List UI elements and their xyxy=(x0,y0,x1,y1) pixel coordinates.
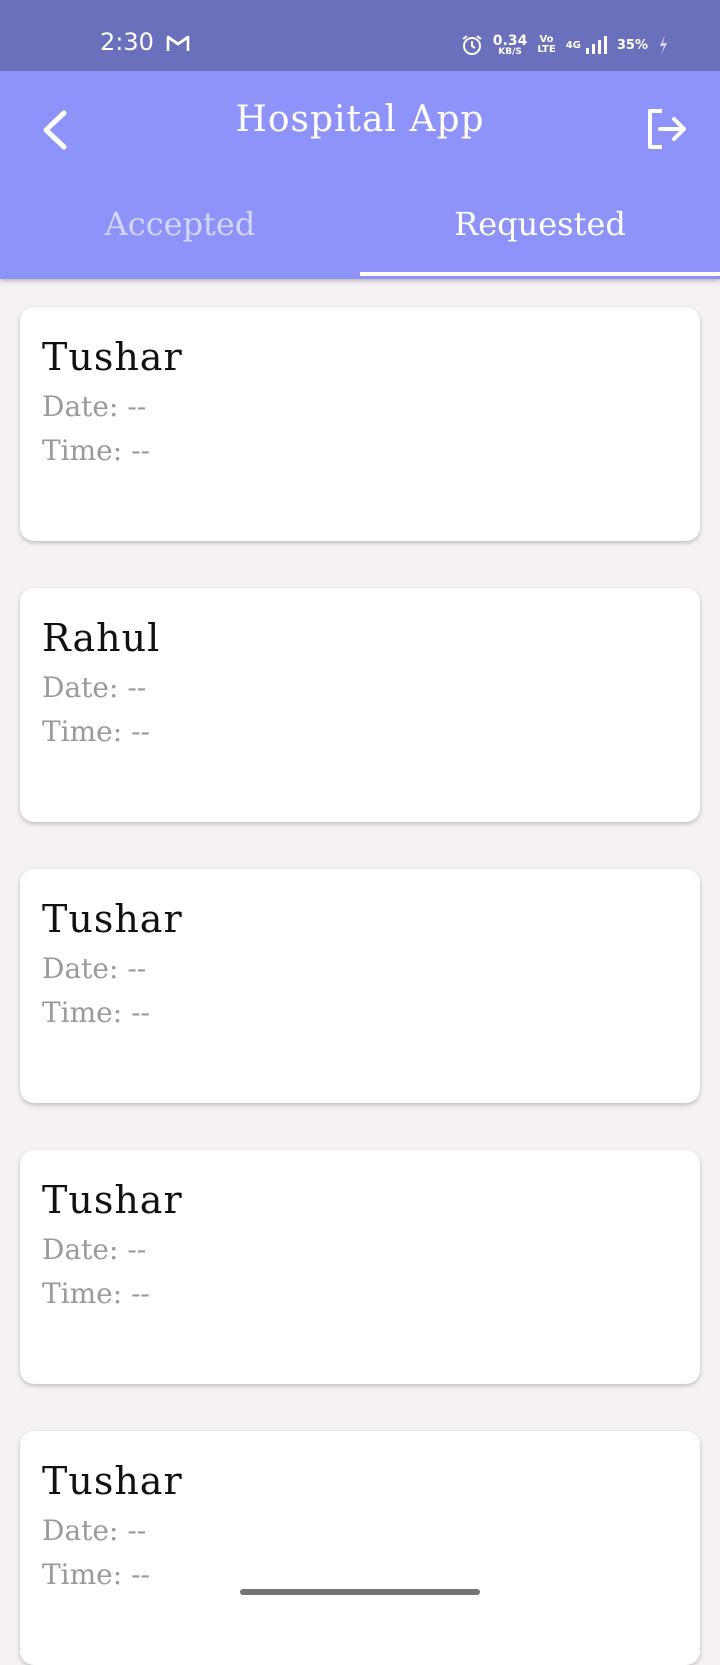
gmail-icon xyxy=(166,35,190,51)
network-speed-value: 0.34 xyxy=(492,32,528,49)
alarm-icon xyxy=(462,35,482,55)
page-title: Hospital App xyxy=(235,99,485,140)
network-type: 4G xyxy=(565,39,581,51)
patient-name: Tushar xyxy=(42,1459,183,1503)
date-value: -- xyxy=(127,390,147,423)
time-label: Time: xyxy=(42,996,123,1029)
time-label: Time: xyxy=(42,1277,123,1310)
volte-indicator: Vo LTE xyxy=(537,35,555,55)
time-value: -- xyxy=(131,1558,151,1591)
time-label: Time: xyxy=(42,434,123,467)
date-label: Date: xyxy=(42,1514,119,1547)
time-row: Time: -- xyxy=(42,429,678,473)
date-label: Date: xyxy=(42,1233,119,1266)
date-row: Date: -- xyxy=(42,1509,678,1553)
time-row: Time: -- xyxy=(42,991,678,1035)
date-row: Date: -- xyxy=(42,385,678,429)
request-card[interactable]: Tushar Date: -- Time: -- xyxy=(20,869,700,1103)
signal-icon xyxy=(585,36,607,54)
battery-level: 35% xyxy=(616,37,648,53)
date-value: -- xyxy=(127,952,147,985)
charging-icon xyxy=(660,35,667,55)
request-card[interactable]: Rahul Date: -- Time: -- xyxy=(20,588,700,822)
time-label: Time: xyxy=(42,715,123,748)
tab-requested[interactable]: Requested xyxy=(360,183,720,279)
status-bar: 2:30 0.34 KB/S Vo LTE 4G 35% xyxy=(0,0,720,71)
time-value: -- xyxy=(131,996,151,1029)
date-value: -- xyxy=(127,671,147,704)
network-speed-unit: KB/S xyxy=(498,46,522,57)
patient-name: Tushar xyxy=(42,335,183,379)
time-value: -- xyxy=(131,434,151,467)
date-row: Date: -- xyxy=(42,666,678,710)
date-label: Date: xyxy=(42,952,119,985)
patient-name: Tushar xyxy=(42,897,183,941)
request-card[interactable]: Tushar Date: -- Time: -- xyxy=(20,1150,700,1384)
time-row: Time: -- xyxy=(42,710,678,754)
patient-name: Tushar xyxy=(42,1178,183,1222)
chevron-left-icon[interactable] xyxy=(36,105,76,155)
home-indicator[interactable] xyxy=(240,1589,480,1595)
date-label: Date: xyxy=(42,390,119,423)
volte-bottom: LTE xyxy=(537,44,556,55)
status-time: 2:30 xyxy=(100,28,154,56)
time-label: Time: xyxy=(42,1558,123,1591)
time-value: -- xyxy=(131,715,151,748)
tab-bar: Accepted Requested xyxy=(0,183,720,279)
time-value: -- xyxy=(131,1277,151,1310)
patient-name: Rahul xyxy=(42,616,161,660)
logout-icon[interactable] xyxy=(642,105,690,153)
app-bar: Hospital App Accepted Requested xyxy=(0,71,720,279)
date-value: -- xyxy=(127,1233,147,1266)
date-row: Date: -- xyxy=(42,947,678,991)
tab-accepted[interactable]: Accepted xyxy=(0,183,360,279)
date-value: -- xyxy=(127,1514,147,1547)
status-icons: 0.34 KB/S Vo LTE 4G 35% xyxy=(461,30,668,60)
date-label: Date: xyxy=(42,671,119,704)
request-card[interactable]: Tushar Date: -- Time: -- xyxy=(20,1431,700,1665)
request-card[interactable]: Tushar Date: -- Time: -- xyxy=(20,307,700,541)
network-speed: 0.34 KB/S xyxy=(493,34,528,57)
date-row: Date: -- xyxy=(42,1228,678,1272)
time-row: Time: -- xyxy=(42,1272,678,1316)
